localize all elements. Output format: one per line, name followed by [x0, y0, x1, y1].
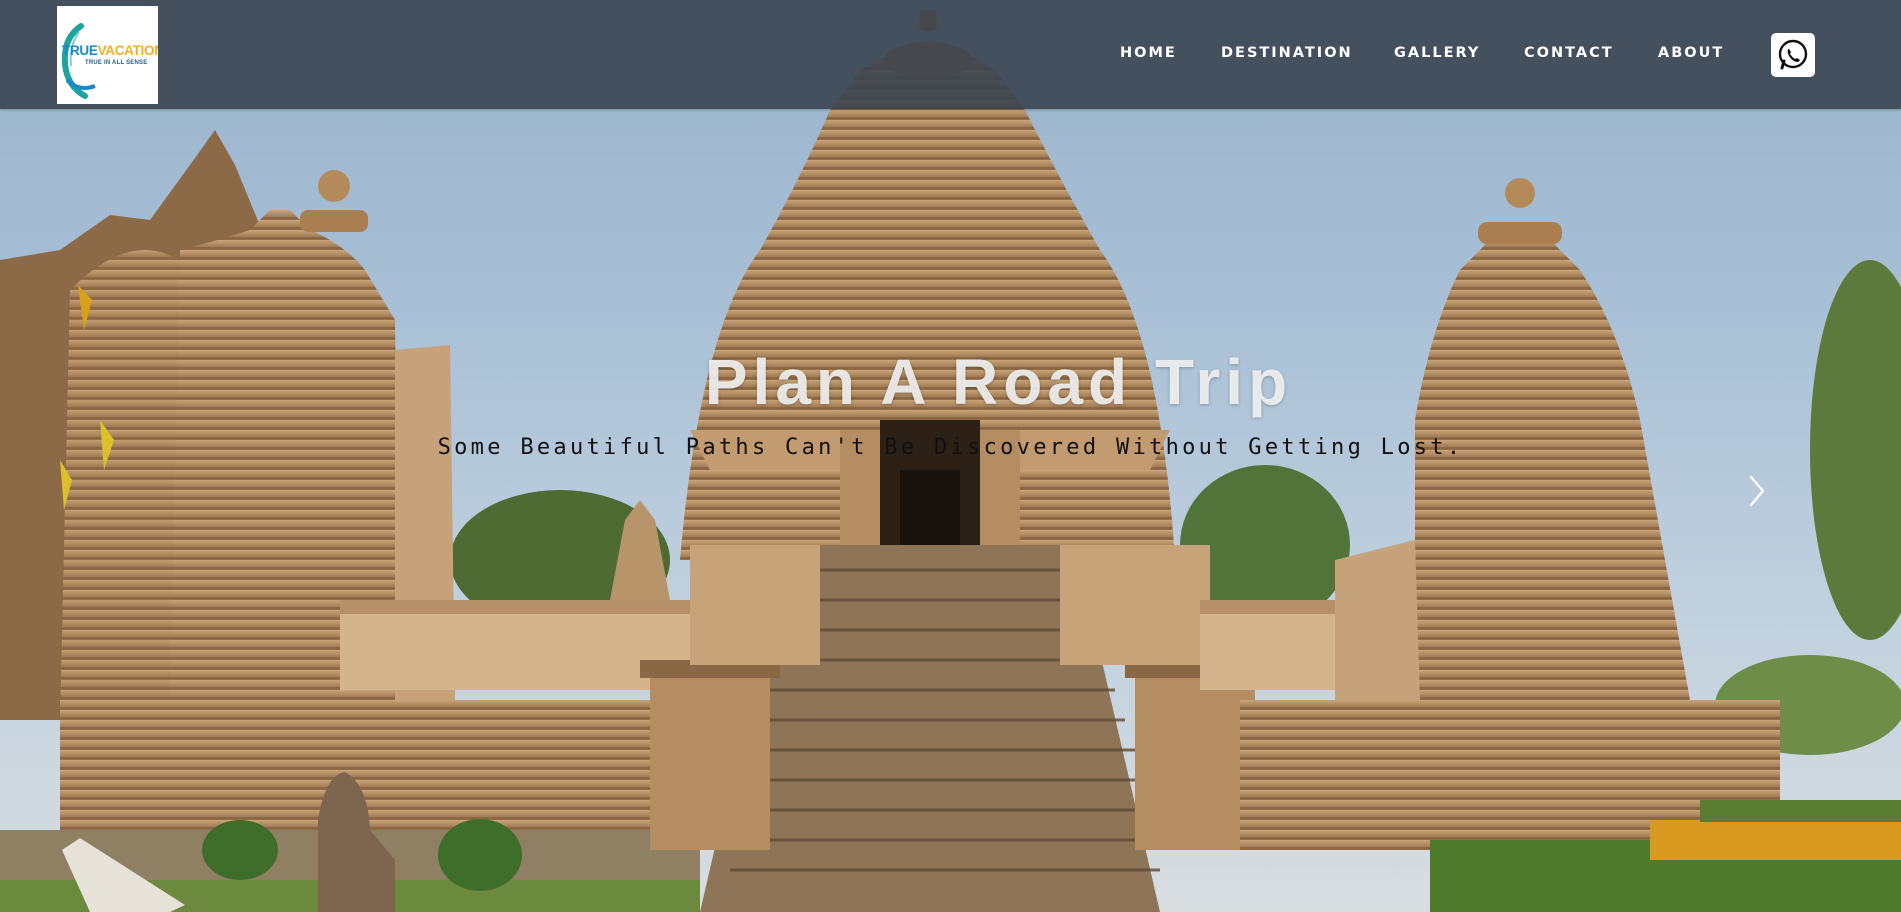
nav-item-gallery[interactable]: GALLERY: [1394, 45, 1480, 61]
nav-item-home[interactable]: HOME: [1120, 45, 1177, 61]
whatsapp-button[interactable]: [1771, 33, 1815, 77]
logo-word-true: TRUE: [62, 43, 98, 59]
carousel-next-button[interactable]: [1745, 473, 1769, 509]
top-navbar: TRUEVACATION TRUE IN ALL SENSE HOME DEST…: [0, 0, 1901, 109]
hero-title: Plan A Road Trip: [704, 346, 1293, 418]
nav-item-contact[interactable]: CONTACT: [1524, 45, 1614, 61]
logo-tagline: TRUE IN ALL SENSE: [85, 59, 148, 66]
whatsapp-icon: [1778, 39, 1808, 70]
hero-subtitle: Some Beautiful Paths Can't Be Discovered…: [437, 435, 1464, 460]
chevron-right-icon: [1749, 475, 1765, 507]
logo-word-vacation: VACATION: [97, 43, 158, 59]
brand-logo[interactable]: TRUEVACATION TRUE IN ALL SENSE: [57, 6, 158, 104]
nav-item-destination[interactable]: DESTINATION: [1221, 45, 1353, 61]
nav-item-about[interactable]: ABOUT: [1658, 45, 1724, 61]
logo-wordmark: TRUEVACATION: [62, 44, 158, 58]
